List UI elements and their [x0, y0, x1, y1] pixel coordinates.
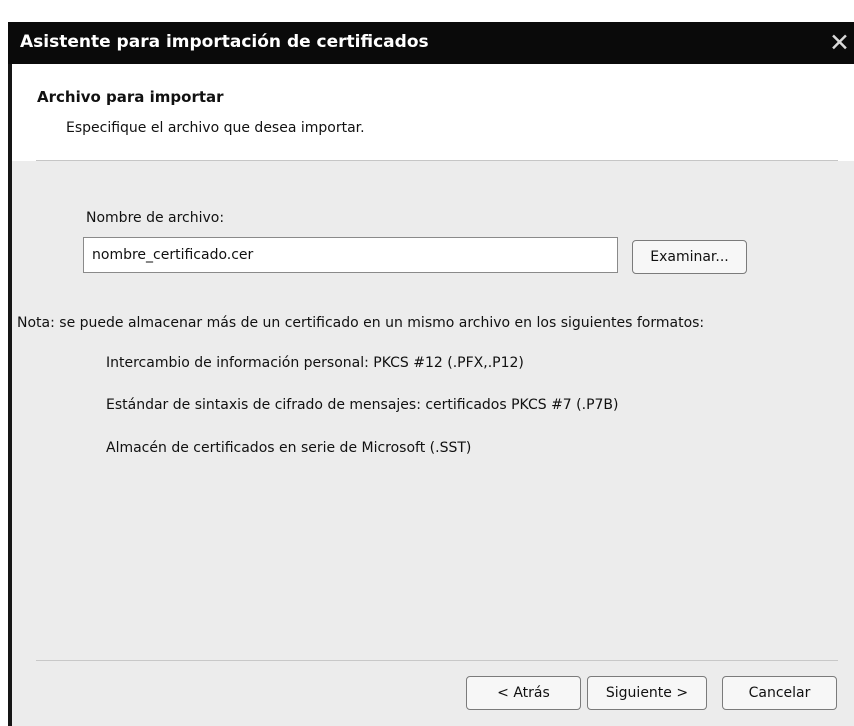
wizard-header [12, 64, 854, 160]
formats-note: Nota: se puede almacenar más de un certi… [17, 315, 705, 331]
certificate-import-wizard: Asistente para importación de certificad… [0, 0, 854, 726]
cancel-button[interactable]: Cancelar [722, 676, 837, 710]
close-icon[interactable]: ✕ [829, 30, 850, 55]
format-item-p7b: Estándar de sintaxis de cifrado de mensa… [106, 397, 619, 413]
next-button[interactable]: Siguiente > [587, 676, 707, 710]
back-button[interactable]: < Atrás [466, 676, 581, 710]
window-title: Asistente para importación de certificad… [20, 32, 429, 52]
format-item-sst: Almacén de certificados en serie de Micr… [106, 440, 472, 456]
page-title: Archivo para importar [37, 88, 224, 106]
file-name-label: Nombre de archivo: [86, 210, 225, 226]
footer-divider [36, 660, 838, 661]
format-item-pfx: Intercambio de información personal: PKC… [106, 355, 524, 371]
file-name-input[interactable] [83, 237, 618, 273]
browse-button[interactable]: Examinar... [632, 240, 747, 274]
page-subtitle: Especifique el archivo que desea importa… [66, 120, 365, 136]
title-bar[interactable]: Asistente para importación de certificad… [8, 22, 854, 64]
